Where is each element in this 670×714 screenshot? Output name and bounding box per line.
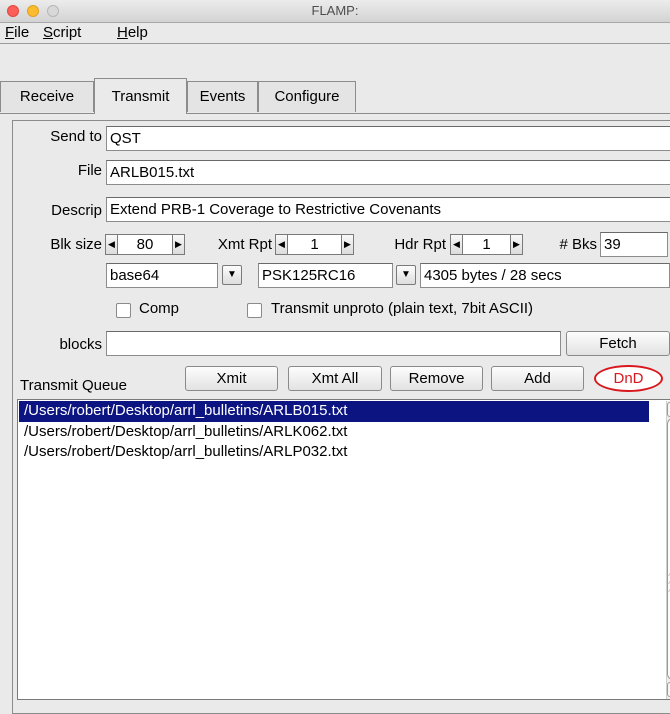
list-item[interactable]: /Users/robert/Desktop/arrl_bulletins/ARL… bbox=[19, 422, 649, 443]
transmit-unproto-checkbox[interactable] bbox=[247, 303, 262, 318]
encoding-dropdown-button[interactable]: ▼ bbox=[222, 265, 242, 285]
blk-size-label: Blk size bbox=[50, 236, 102, 253]
mode-dropdown-button[interactable]: ▼ bbox=[396, 265, 416, 285]
send-to-field[interactable]: QST bbox=[106, 126, 670, 151]
num-blocks-label: # Bks bbox=[559, 236, 597, 253]
hdr-rpt-decrement-button[interactable]: ◀ bbox=[450, 234, 463, 255]
encoding-select[interactable]: base64 bbox=[106, 263, 218, 288]
xmt-rpt-decrement-button[interactable]: ◀ bbox=[275, 234, 288, 255]
comp-checkbox[interactable] bbox=[116, 303, 131, 318]
window-title: FLAMP: bbox=[311, 3, 359, 18]
xmt-rpt-increment-button[interactable]: ▶ bbox=[341, 234, 354, 255]
comp-label: Comp bbox=[139, 300, 180, 317]
descrip-field[interactable]: Extend PRB-1 Coverage to Restrictive Cov… bbox=[106, 197, 670, 222]
hdr-rpt-increment-button[interactable]: ▶ bbox=[510, 234, 523, 255]
list-item[interactable]: /Users/robert/Desktop/arrl_bulletins/ARL… bbox=[19, 401, 649, 422]
transmit-queue-label: Transmit Queue bbox=[20, 377, 127, 394]
file-label: File bbox=[77, 162, 102, 179]
mode-select[interactable]: PSK125RC16 bbox=[258, 263, 393, 288]
transmit-queue-list[interactable]: /Users/robert/Desktop/arrl_bulletins/ARL… bbox=[17, 399, 670, 700]
xmit-button[interactable]: Xmit bbox=[185, 366, 278, 391]
size-info-field: 4305 bytes / 28 secs bbox=[420, 263, 670, 288]
tab-transmit[interactable]: Transmit bbox=[94, 78, 187, 114]
dnd-drop-target[interactable]: DnD bbox=[594, 365, 663, 392]
blk-size-value[interactable]: 80 bbox=[118, 234, 172, 255]
descrip-label: Descrip bbox=[51, 202, 102, 219]
menu-bar: File Script Help bbox=[0, 23, 670, 44]
queue-scrollbar[interactable]: ▲ ⁄⁄⁄ ▼ bbox=[666, 401, 670, 699]
xmit-all-button[interactable]: Xmt All bbox=[288, 366, 382, 391]
transmit-unproto-label: Transmit unproto (plain text, 7bit ASCII… bbox=[271, 300, 534, 317]
remove-button[interactable]: Remove bbox=[390, 366, 483, 391]
file-field[interactable]: ARLB015.txt bbox=[106, 160, 670, 185]
tab-configure[interactable]: Configure bbox=[258, 81, 356, 112]
tab-events[interactable]: Events bbox=[187, 81, 258, 112]
add-button[interactable]: Add bbox=[491, 366, 584, 391]
menu-script[interactable]: Script bbox=[43, 24, 81, 41]
xmt-rpt-label: Xmt Rpt bbox=[217, 236, 272, 253]
num-blocks-field[interactable]: 39 bbox=[600, 232, 668, 257]
blk-size-increment-button[interactable]: ▶ bbox=[172, 234, 185, 255]
title-bar: FLAMP: bbox=[0, 0, 670, 23]
hdr-rpt-value[interactable]: 1 bbox=[463, 234, 510, 255]
fetch-button[interactable]: Fetch bbox=[566, 331, 670, 356]
send-to-label: Send to bbox=[50, 128, 102, 145]
list-item[interactable]: /Users/robert/Desktop/arrl_bulletins/ARL… bbox=[19, 442, 649, 463]
menu-help[interactable]: Help bbox=[117, 24, 148, 41]
blocks-field[interactable] bbox=[106, 331, 561, 356]
hdr-rpt-label: Hdr Rpt bbox=[394, 236, 446, 253]
tab-receive[interactable]: Receive bbox=[0, 81, 94, 112]
menu-file[interactable]: File bbox=[5, 24, 29, 41]
xmt-rpt-value[interactable]: 1 bbox=[288, 234, 341, 255]
blocks-label: blocks bbox=[59, 336, 102, 353]
blk-size-decrement-button[interactable]: ◀ bbox=[105, 234, 118, 255]
